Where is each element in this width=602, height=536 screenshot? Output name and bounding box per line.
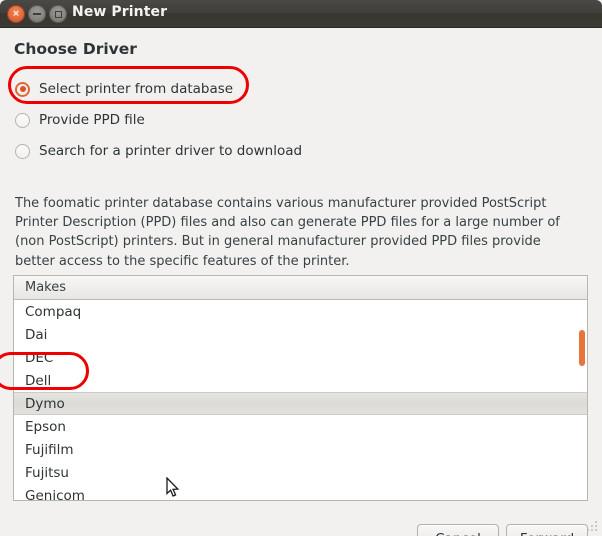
cancel-button[interactable]: Cancel bbox=[417, 524, 499, 536]
maximize-icon[interactable] bbox=[49, 5, 67, 23]
radio-label: Search for a printer driver to download bbox=[39, 143, 303, 159]
driver-source-radio-group: Select printer from database Provide PPD… bbox=[15, 75, 575, 165]
list-item[interactable]: Compaq bbox=[14, 300, 587, 323]
page-title: Choose Driver bbox=[14, 40, 137, 58]
minimize-glyph bbox=[33, 13, 41, 15]
database-description-text: The foomatic printer database contains v… bbox=[15, 196, 560, 269]
list-item[interactable]: Fujitsu bbox=[14, 461, 587, 484]
resize-grip[interactable] bbox=[586, 520, 599, 533]
vertical-scrollbar-thumb[interactable] bbox=[579, 330, 585, 366]
radio-label: Provide PPD file bbox=[39, 112, 145, 128]
list-item[interactable]: Epson bbox=[14, 415, 587, 438]
list-item-selected[interactable]: Dymo bbox=[14, 392, 587, 415]
window-title: New Printer bbox=[72, 4, 168, 20]
radio-icon[interactable] bbox=[15, 143, 30, 159]
radio-label: Select printer from database bbox=[39, 81, 234, 97]
window-controls: × bbox=[7, 5, 67, 23]
radio-icon-selected[interactable] bbox=[15, 81, 30, 97]
makes-list-rows: Compaq Dai DEC Dell Dymo Epson Fujifilm … bbox=[14, 300, 587, 500]
list-item[interactable]: Fujifilm bbox=[14, 438, 587, 461]
radio-provide-ppd-file[interactable]: Provide PPD file bbox=[15, 106, 575, 134]
close-glyph: × bbox=[12, 8, 20, 19]
minimize-icon[interactable] bbox=[28, 5, 46, 23]
close-icon[interactable]: × bbox=[7, 5, 25, 23]
list-item[interactable]: Dai bbox=[14, 323, 587, 346]
makes-listbox[interactable]: Makes Compaq Dai DEC Dell Dymo Epson Fuj… bbox=[13, 275, 588, 501]
new-printer-dialog-window: × New Printer Choose Driver Select print… bbox=[0, 0, 602, 536]
radio-search-for-printer-driver[interactable]: Search for a printer driver to download bbox=[15, 137, 575, 165]
dialog-body: Choose Driver Select printer from databa… bbox=[0, 28, 602, 536]
title-bar[interactable]: × New Printer bbox=[0, 0, 602, 28]
list-item[interactable]: Dell bbox=[14, 369, 587, 392]
radio-icon[interactable] bbox=[15, 112, 30, 128]
makes-column-header-label: Makes bbox=[25, 280, 67, 295]
radio-select-printer-from-database[interactable]: Select printer from database bbox=[15, 75, 575, 103]
forward-button[interactable]: Forward bbox=[506, 524, 588, 536]
list-item[interactable]: DEC bbox=[14, 346, 587, 369]
dialog-footer: Cancel Forward bbox=[0, 490, 602, 536]
maximize-glyph bbox=[54, 10, 62, 18]
makes-column-header[interactable]: Makes bbox=[14, 276, 587, 300]
